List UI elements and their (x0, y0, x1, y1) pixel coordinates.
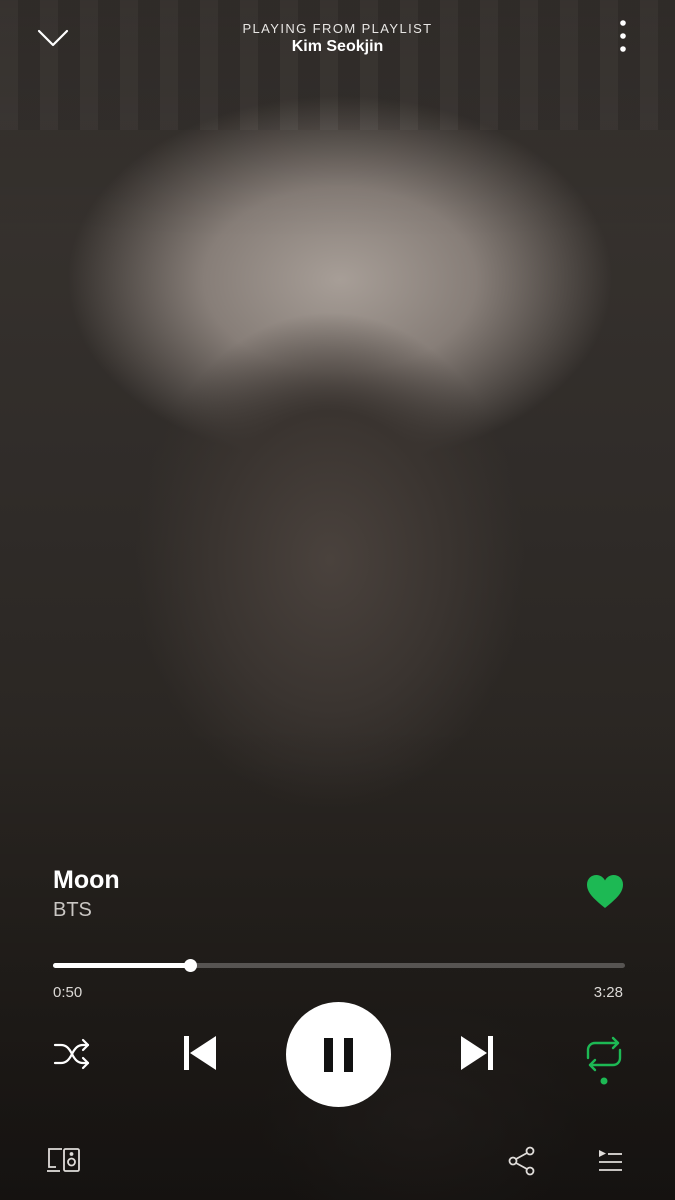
progress-handle[interactable] (184, 959, 197, 972)
devices-icon[interactable] (46, 1145, 82, 1175)
progress-bar[interactable] (53, 959, 625, 972)
total-duration: 3:28 (593, 984, 623, 1001)
track-artist[interactable]: BTS (53, 899, 92, 922)
heart-icon[interactable] (585, 873, 625, 911)
share-icon[interactable] (507, 1146, 537, 1176)
elapsed-time: 0:50 (53, 984, 83, 1001)
playlist-name[interactable]: Kim Seokjin (0, 38, 675, 56)
playing-from-label: PLAYING FROM PLAYLIST (242, 21, 433, 36)
more-vertical-icon[interactable] (612, 18, 634, 58)
repeat-icon[interactable] (582, 1036, 626, 1088)
track-title[interactable]: Moon (53, 866, 120, 895)
pause-button[interactable] (286, 1002, 391, 1107)
shuffle-icon[interactable] (52, 1036, 92, 1072)
pause-icon (324, 1038, 353, 1072)
skip-next-icon[interactable] (457, 1033, 497, 1073)
skip-previous-icon[interactable] (180, 1033, 220, 1073)
queue-icon[interactable] (597, 1148, 623, 1174)
progress-fill (53, 963, 190, 968)
top-bar: PLAYING FROM PLAYLIST Kim Seokjin (0, 0, 675, 80)
